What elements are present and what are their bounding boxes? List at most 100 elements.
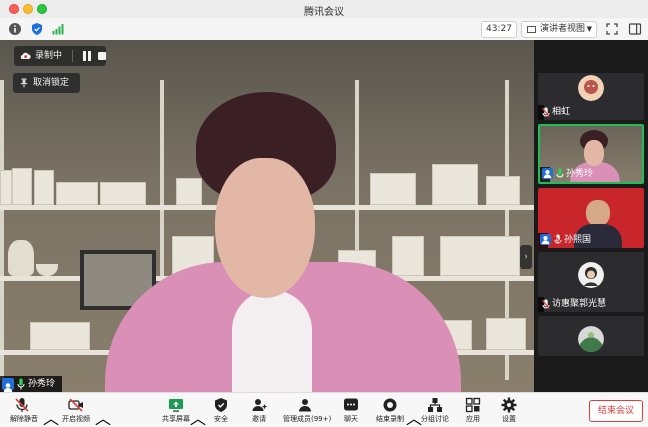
share-options-caret[interactable]: ︿ — [190, 405, 206, 427]
shelf-post — [0, 80, 4, 380]
participant-tile[interactable]: 孙熙国 — [538, 188, 644, 248]
speaker-name-bar: 孙秀玲 — [0, 376, 62, 392]
participant-name: 相虹 — [552, 107, 571, 117]
participant-label: 相虹 — [538, 105, 570, 120]
book-stack — [486, 176, 520, 205]
security-label: 安全 — [214, 415, 228, 423]
meeting-window: 腾讯会议 43:27 演讲者视图 ▼ › 录制中 取消锁定 孙秀玲 相虹 孙秀玲… — [0, 0, 648, 427]
stop-recording-button[interactable] — [98, 52, 106, 60]
speaker-shirt — [232, 290, 312, 392]
participant-tile[interactable]: 访惠聚郭光慧 — [538, 252, 644, 312]
participant-name: 孙秀玲 — [566, 169, 594, 179]
box — [176, 178, 202, 205]
shield-icon — [215, 398, 227, 412]
end-recording-label: 结束录制 — [376, 415, 404, 423]
main-video[interactable]: › — [0, 40, 534, 392]
settings-button[interactable]: 设置 — [495, 393, 523, 427]
invite-button[interactable]: 邀请 — [245, 393, 273, 427]
chat-label: 聊天 — [344, 415, 358, 423]
book-stack — [370, 173, 416, 205]
manage-members-button[interactable]: 管理成员(99+) — [283, 393, 332, 427]
mic-muted-icon — [542, 107, 550, 118]
window-title: 腾讯会议 — [304, 7, 344, 18]
start-video-label: 开启视频 — [62, 415, 90, 423]
pause-recording-button[interactable] — [82, 51, 92, 61]
participant-panel: 相虹 孙秀玲 孙熙国 访惠聚郭光慧 — [534, 40, 648, 392]
add-user-icon — [252, 399, 267, 411]
mic-muted-icon — [542, 299, 550, 310]
top-toolbar: 43:27 演讲者视图 ▼ — [0, 18, 648, 41]
mic-icon — [17, 378, 25, 390]
participant-tile-active[interactable]: 孙秀玲 — [538, 124, 644, 184]
participant-face — [584, 140, 604, 166]
books — [440, 236, 520, 276]
share-screen-label: 共享屏幕 — [162, 415, 190, 423]
security-button[interactable]: 安全 — [207, 393, 235, 427]
collapse-panel-button[interactable]: › — [520, 245, 532, 269]
members-icon — [299, 399, 311, 412]
breakout-rooms-label: 分组讨论 — [421, 415, 449, 423]
breakout-rooms-button[interactable]: 分组讨论 — [419, 393, 451, 427]
chat-icon — [344, 398, 358, 411]
minimize-window-button[interactable] — [23, 4, 33, 14]
user-icon — [2, 378, 14, 392]
grid-view-icon — [527, 26, 536, 33]
user-icon — [540, 234, 551, 245]
view-selector[interactable]: 演讲者视图 ▼ — [521, 21, 597, 38]
participant-tile[interactable]: 相虹 — [538, 73, 644, 120]
fullscreen-icon[interactable] — [605, 22, 619, 36]
book — [0, 170, 12, 205]
chat-button[interactable]: 聊天 — [337, 393, 365, 427]
pin-icon — [20, 78, 28, 88]
camera-off-icon — [68, 398, 83, 412]
unlock-button[interactable]: 取消锁定 — [13, 73, 80, 93]
meeting-timer: 43:27 — [481, 21, 517, 38]
view-selector-label: 演讲者视图 — [540, 24, 586, 34]
recording-bar: 录制中 — [14, 46, 106, 66]
books — [392, 236, 424, 276]
maximize-window-button[interactable] — [37, 4, 47, 14]
vase — [8, 240, 34, 276]
manage-members-label: 管理成员(99+) — [283, 415, 332, 423]
speaker-name: 孙秀玲 — [28, 379, 56, 389]
divider — [72, 50, 73, 62]
unmute-button[interactable]: 解除静音 — [4, 393, 44, 427]
end-meeting-button[interactable]: 结束会议 — [589, 400, 643, 422]
share-screen-icon — [169, 399, 183, 412]
end-recording-button[interactable]: 结束录制 — [373, 393, 407, 427]
breakout-icon — [428, 398, 442, 412]
sidebar-toggle-icon[interactable] — [628, 22, 642, 36]
invite-label: 邀请 — [252, 415, 266, 423]
participant-label: 孙熙国 — [538, 233, 591, 248]
settings-label: 设置 — [502, 415, 516, 423]
apps-button[interactable]: 应用 — [459, 393, 487, 427]
mic-muted-icon — [15, 398, 29, 412]
shield-icon[interactable] — [30, 22, 44, 36]
participant-label: 访惠聚郭光慧 — [538, 297, 606, 312]
recording-status: 录制中 — [35, 51, 63, 61]
gear-icon — [501, 397, 517, 413]
participant-name: 访惠聚郭光慧 — [552, 299, 607, 309]
book-stack — [100, 182, 146, 205]
mic-muted-icon — [554, 234, 562, 245]
record-icon — [383, 398, 397, 412]
mic-icon — [556, 168, 564, 178]
participant-label: 孙秀玲 — [540, 167, 593, 182]
start-video-button[interactable]: 开启视频 — [56, 393, 96, 427]
signal-icon[interactable] — [51, 22, 65, 36]
books — [486, 318, 526, 350]
avatar — [578, 262, 604, 288]
share-screen-button[interactable]: 共享屏幕 — [160, 393, 192, 427]
book-stack — [56, 182, 98, 205]
participant-name: 孙熙国 — [564, 235, 592, 245]
participant-tile[interactable] — [538, 316, 644, 356]
apps-label: 应用 — [466, 415, 480, 423]
cloud-record-icon — [20, 52, 31, 60]
bottom-control-bar: 解除静音 ︿ 开启视频 ︿ 共享屏幕 ︿ 安全 邀请 管理成员(99+) 聊天 … — [0, 392, 648, 427]
avatar — [578, 326, 604, 352]
info-icon[interactable] — [8, 22, 22, 36]
books — [432, 164, 478, 205]
video-options-caret[interactable]: ︿ — [95, 405, 111, 427]
close-window-button[interactable] — [9, 4, 19, 14]
book — [12, 168, 32, 205]
